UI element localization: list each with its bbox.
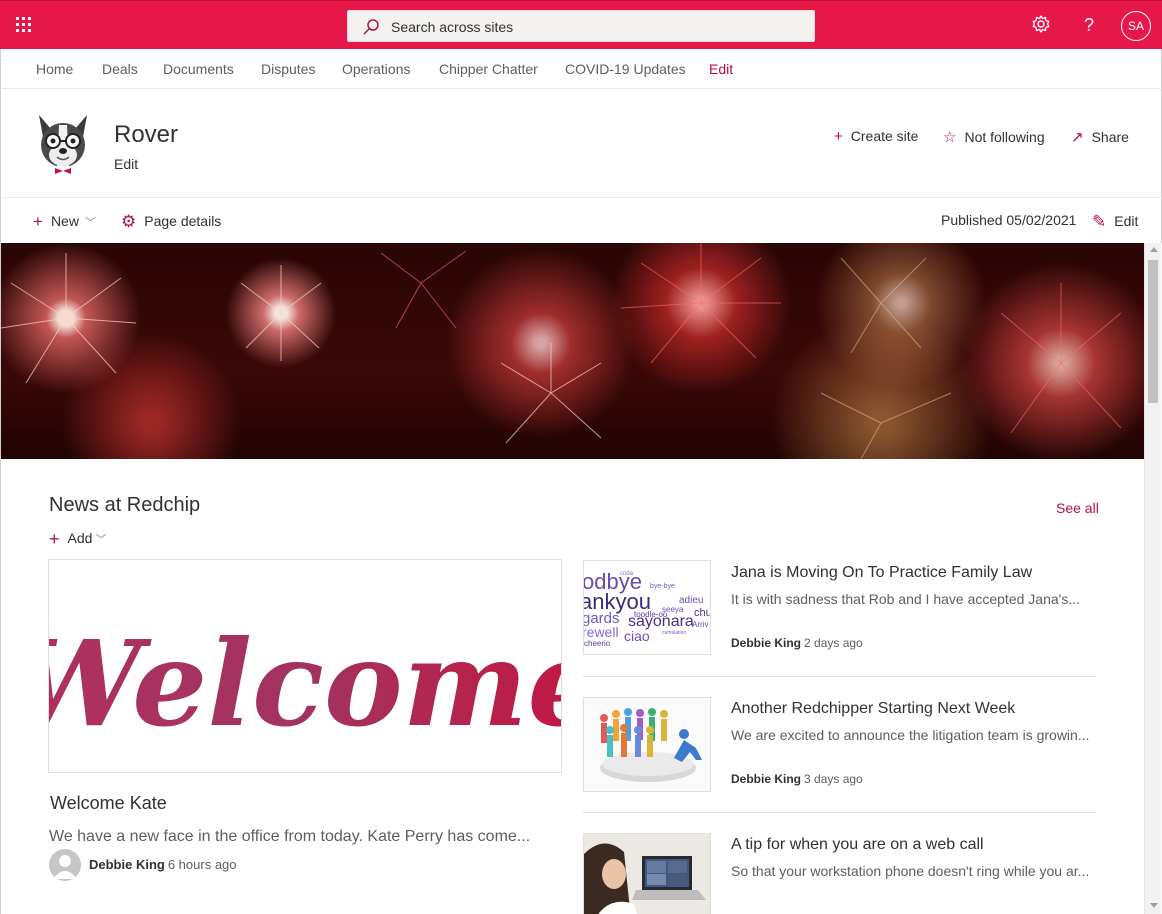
top-navigation: Home Deals Documents Disputes Operations… [0, 49, 1162, 89]
plus-icon: + [33, 212, 43, 231]
news-thumbnail-wordcloud: odbye ankyou gards sayonara ciao adieu b… [583, 560, 711, 655]
svg-text:bye-bye: bye-bye [650, 583, 675, 590]
create-site-label: Create site [850, 128, 919, 144]
news-item-title[interactable]: Another Redchipper Starting Next Week [731, 700, 1015, 718]
author-name[interactable]: Debbie King [731, 636, 801, 650]
follow-button[interactable]: ☆ Not following [943, 128, 1045, 146]
scroll-down-arrow-icon[interactable] [1150, 903, 1158, 908]
add-news-button[interactable]: + Add ﹀ [49, 529, 106, 550]
site-title[interactable]: Rover [114, 121, 178, 149]
svg-text:cheerio: cheerio [584, 639, 611, 648]
scrollbar-thumb[interactable] [1148, 260, 1158, 403]
edit-page-button[interactable]: ✎ Edit [1092, 212, 1138, 232]
fireworks-bursts [1, 243, 1122, 459]
share-button[interactable]: ↗ Share [1071, 128, 1129, 146]
svg-text:toodle-oo: toodle-oo [634, 610, 668, 619]
nav-item-documents[interactable]: Documents [163, 61, 234, 77]
post-age: 2 days ago [804, 636, 863, 650]
site-logo-bulldog[interactable] [31, 111, 95, 175]
svg-text:cumulation: cumulation [662, 630, 686, 636]
published-status: Published 05/02/2021 [941, 212, 1077, 228]
scroll-up-arrow-icon[interactable] [1150, 247, 1158, 252]
share-icon: ↗ [1071, 129, 1084, 146]
nav-item-home[interactable]: Home [36, 61, 73, 77]
news-item-title[interactable]: A tip for when you are on a web call [731, 836, 984, 854]
share-label: Share [1091, 129, 1129, 145]
nav-item-chipper-chatter[interactable]: Chipper Chatter [439, 61, 538, 77]
news-divider [583, 812, 1096, 813]
news-item-title[interactable]: Jana is Moving On To Practice Family Law [731, 564, 1032, 582]
news-item-author: Debbie King 3 days ago [731, 772, 863, 786]
page-details-label: Page details [144, 213, 222, 229]
help-icon[interactable]: ? [1078, 14, 1100, 36]
see-all-link[interactable]: See all [1056, 500, 1099, 516]
search-box[interactable]: Search across sites [347, 10, 815, 42]
user-avatar[interactable]: SA [1121, 11, 1151, 41]
news-thumbnail-webcall [583, 833, 711, 914]
person-icon [53, 855, 77, 879]
news-divider [583, 676, 1096, 677]
hero-news-title[interactable]: Welcome Kate [50, 793, 167, 814]
welcome-script-image: Welcome [49, 614, 562, 753]
site-header: Rover Edit + Create site ☆ Not following ↗… [0, 89, 1162, 198]
post-age: 3 days ago [804, 772, 863, 786]
page-details-button[interactable]: ⚙ Page details [121, 212, 221, 232]
search-placeholder: Search across sites [391, 19, 514, 35]
create-site-button[interactable]: + Create site [834, 128, 918, 145]
nav-edit-link[interactable]: Edit [709, 61, 733, 77]
news-item-description: So that your workstation phone doesn't r… [731, 863, 1090, 879]
fireworks-banner-image [1, 243, 1144, 459]
post-age: 6 hours ago [167, 857, 237, 872]
app-launcher-icon[interactable] [16, 17, 32, 33]
search-icon [363, 19, 379, 35]
news-section-title: News at Redchip [49, 494, 201, 516]
svg-text:ciao: ciao [624, 628, 650, 644]
welcome-image-text: Welcome [49, 614, 562, 753]
svg-text:rewell: rewell [584, 624, 619, 640]
hero-news-image[interactable]: Welcome [48, 559, 562, 773]
nav-item-operations[interactable]: Operations [342, 61, 410, 77]
svg-text:coda: coda [620, 571, 634, 577]
author-name[interactable]: Debbie King [731, 772, 801, 786]
news-item-author: Debbie King 2 days ago [731, 636, 863, 650]
news-item-description: It is with sadness that Rob and I have a… [731, 591, 1080, 607]
new-button[interactable]: + New ﹀ [33, 212, 96, 232]
page-scrollbar[interactable] [1144, 243, 1161, 914]
settings-gear-icon[interactable] [1030, 14, 1052, 36]
gear-icon: ⚙ [121, 212, 137, 231]
nav-item-deals[interactable]: Deals [102, 61, 138, 77]
news-item-description: We are excited to announce the litigatio… [731, 727, 1090, 743]
add-news-label: Add [67, 530, 93, 546]
site-edit-link[interactable]: Edit [114, 156, 138, 172]
author-name[interactable]: Debbie King [89, 857, 165, 872]
command-bar: + New ﹀ ⚙ Page details Published 05/02/2021… [0, 198, 1162, 243]
svg-text:chu: chu [694, 607, 711, 619]
svg-text:Arriv: Arriv [692, 620, 708, 629]
plus-icon: + [834, 128, 843, 145]
star-icon: ☆ [943, 129, 957, 146]
chevron-down-icon: ﹀ [95, 534, 107, 546]
follow-label: Not following [964, 129, 1045, 145]
author-avatar [49, 849, 81, 881]
edit-page-label: Edit [1114, 213, 1139, 229]
nav-item-covid-updates[interactable]: COVID-19 Updates [565, 61, 686, 77]
chevron-down-icon: ﹀ [84, 217, 96, 229]
new-label: New [50, 213, 79, 229]
hero-news-description: We have a new face in the office from to… [49, 828, 531, 845]
nav-item-disputes[interactable]: Disputes [261, 61, 315, 77]
news-thumbnail-people [583, 697, 711, 792]
suite-bar: Search across sites ? SA [0, 0, 1162, 49]
hero-news-author: Debbie King 6 hours ago [89, 857, 237, 872]
pencil-icon: ✎ [1092, 212, 1107, 231]
news-item[interactable]: Another Redchipper Starting Next Week We… [583, 697, 1096, 794]
plus-icon: + [49, 529, 60, 549]
news-item[interactable]: A tip for when you are on a web call So … [583, 833, 1096, 914]
news-item[interactable]: odbye ankyou gards sayonara ciao adieu b… [583, 560, 1096, 657]
